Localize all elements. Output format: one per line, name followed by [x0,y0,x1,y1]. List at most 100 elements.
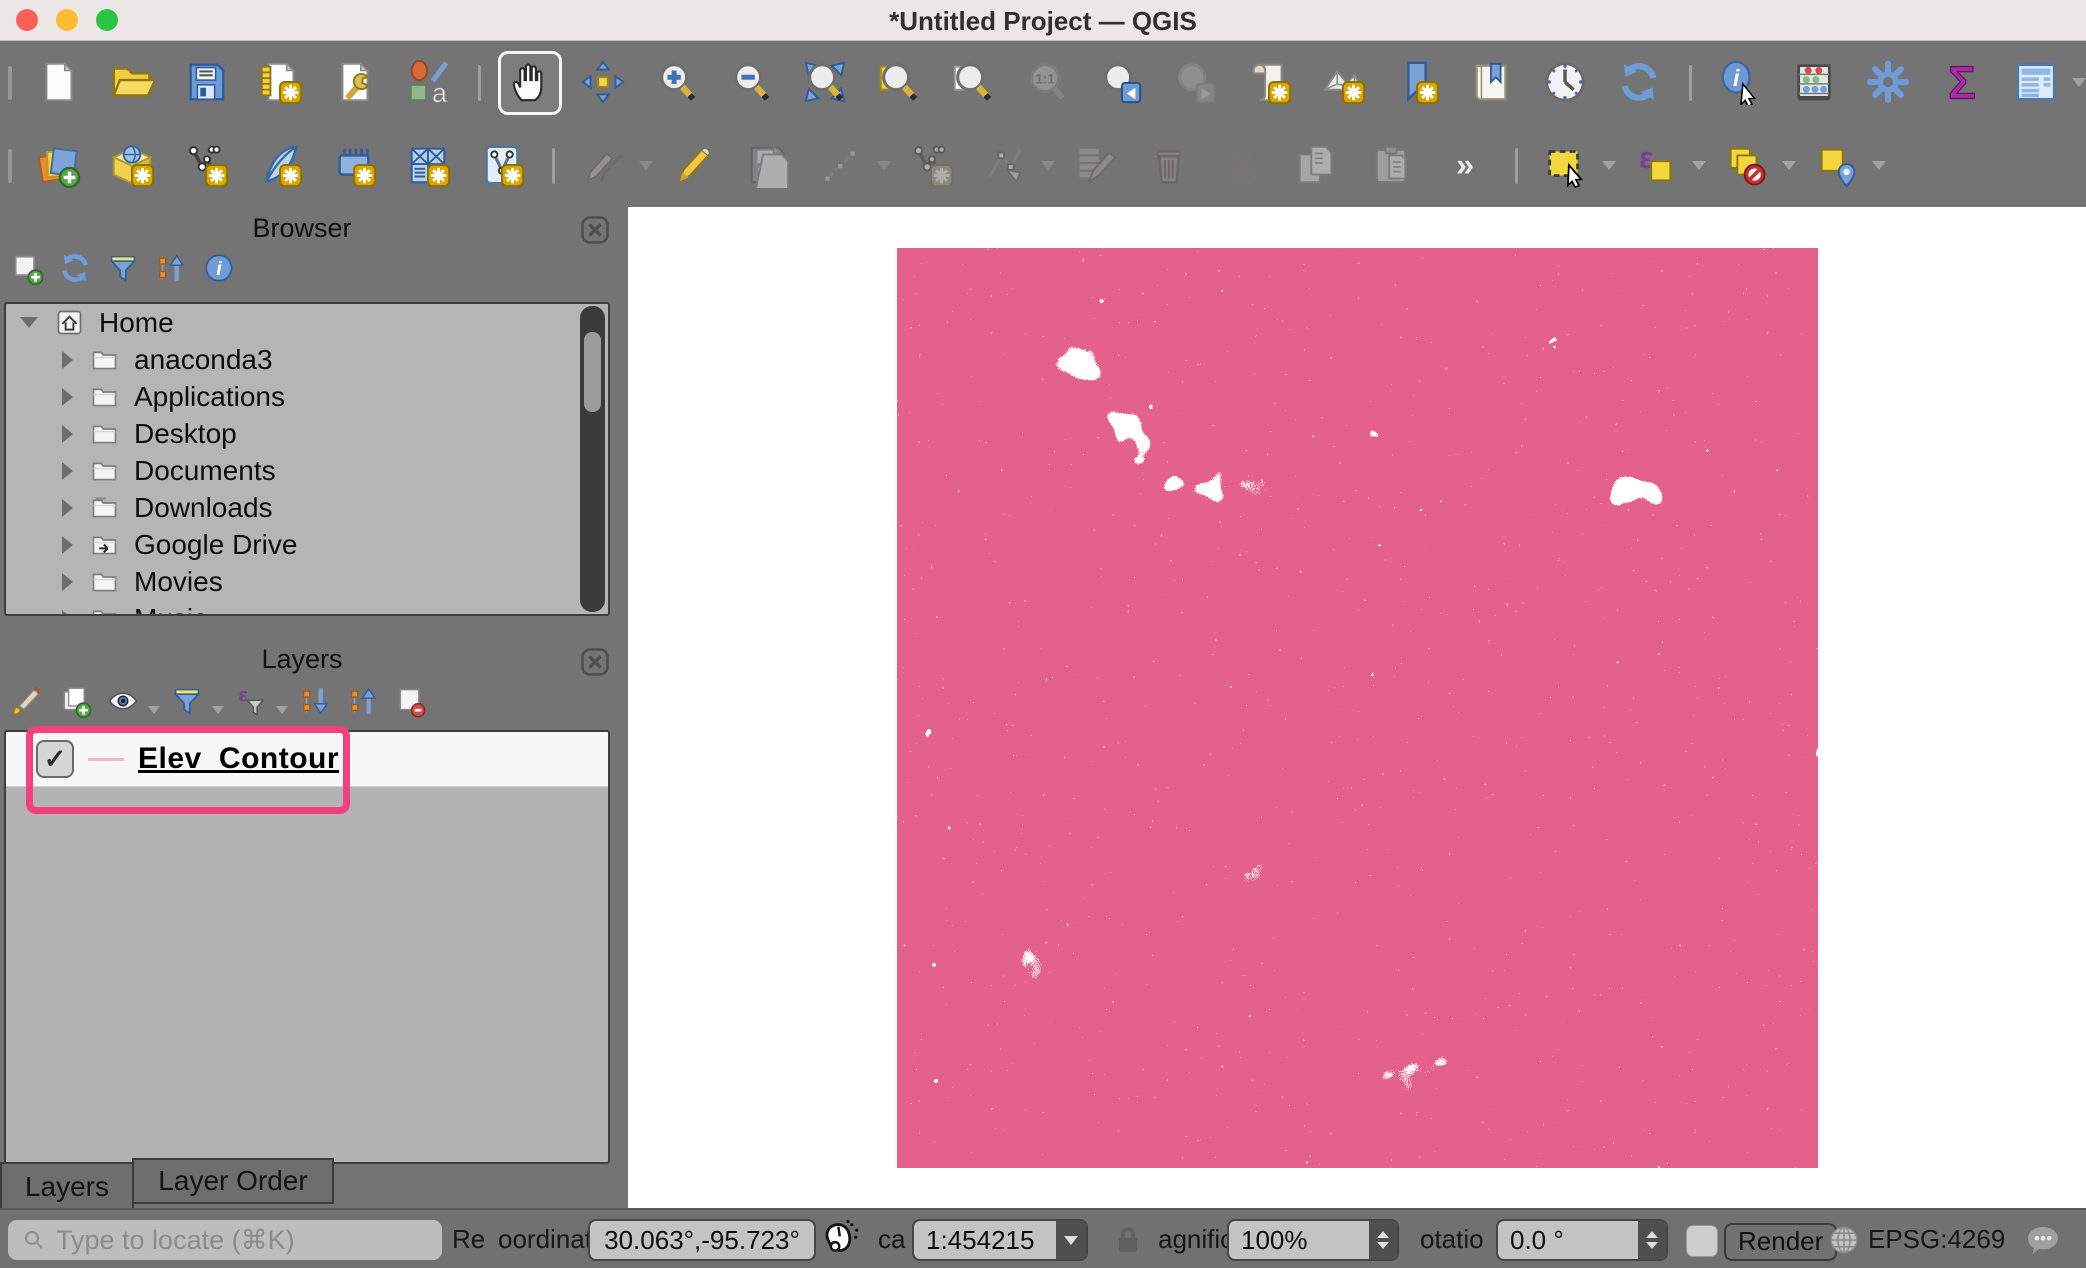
browser-tree-item-applications[interactable]: Applications [6,378,608,415]
pan-map-button[interactable] [498,51,562,115]
layer-name[interactable]: Elev_Contour [138,742,339,776]
layer-item-elev-contour[interactable]: ✓ Elev_Contour [6,732,608,787]
dropdown-arrow-icon[interactable] [212,706,224,714]
dropdown-arrow-icon[interactable] [276,706,288,714]
dropdown-arrow-icon[interactable] [1041,161,1055,170]
browser-scrollbar-thumb[interactable] [584,332,601,412]
tab-layer-order[interactable]: Layer Order [132,1158,334,1204]
chevron-right-icon[interactable] [62,573,73,591]
dropdown-arrow-icon[interactable] [2072,78,2086,87]
new-map-view-button[interactable] [1238,51,1302,115]
processing-toolbox-button[interactable] [1857,51,1921,115]
messages-icon[interactable] [2022,1220,2064,1262]
copy-features-button[interactable] [1286,134,1350,198]
current-edits-button[interactable] [572,134,636,198]
open-project-button[interactable] [101,51,165,115]
expand-all-button[interactable] [298,684,336,722]
zoom-to-selection-button[interactable] [942,51,1006,115]
browser-tree-item-anaconda3[interactable]: anaconda3 [6,341,608,378]
style-manager-button[interactable]: a [397,51,461,115]
vertex-tool-button[interactable] [974,134,1038,198]
map-themes-button[interactable] [106,684,144,722]
new-project-button[interactable] [27,51,91,115]
crs-indicator[interactable]: EPSG:4269 [1868,1210,2005,1268]
browser-tree-item-music[interactable]: Music [6,600,608,616]
tab-layers[interactable]: Layers [0,1162,134,1212]
dropdown-arrow-icon[interactable] [1602,161,1616,170]
select-by-expression-button[interactable]: ε [1625,134,1689,198]
rotation-stepper[interactable] [1638,1221,1666,1259]
select-by-location-button[interactable] [1805,134,1869,198]
dropdown-arrow-icon[interactable] [877,161,891,170]
refresh-button[interactable] [58,251,96,289]
browser-close-button[interactable] [580,215,610,245]
new-geopackage-layer-button[interactable] [249,134,313,198]
new-virtual-layer-button[interactable] [397,134,461,198]
scale-combobox[interactable]: 1:454215 [912,1219,1088,1261]
browser-tree-item-documents[interactable]: Documents [6,452,608,489]
delete-selected-button[interactable] [1138,134,1202,198]
browser-tree-item-desktop[interactable]: Desktop [6,415,608,452]
new-mesh-layer-button[interactable] [323,134,387,198]
scale-dropdown-button[interactable] [1056,1221,1086,1259]
zoom-last-button[interactable] [1090,51,1154,115]
browser-scrollbar[interactable] [580,306,605,612]
lock-scale-icon[interactable] [1110,1222,1146,1258]
paste-features-button[interactable] [1360,134,1424,198]
add-vector-layer-button[interactable] [101,134,165,198]
toolbar-drag-handle[interactable] [8,149,12,183]
zoom-next-button[interactable] [1164,51,1228,115]
toggle-editing-button[interactable] [662,134,726,198]
deselect-features-button[interactable] [1715,134,1779,198]
new-spatial-bookmark-button[interactable] [1386,51,1450,115]
attribute-table-button[interactable] [2005,51,2069,115]
new-3d-map-view-button[interactable] [1312,51,1376,115]
chevron-right-icon[interactable] [62,610,73,617]
magnifier-spinbox[interactable]: 100% [1227,1219,1399,1261]
chevron-right-icon[interactable] [62,462,73,480]
zoom-full-button[interactable] [794,51,858,115]
modify-attributes-button[interactable] [1064,134,1128,198]
cut-features-button[interactable] [1212,134,1276,198]
filter-legend-button[interactable] [170,684,208,722]
statistics-button[interactable]: Σ [1931,51,1995,115]
zoom-to-layer-button[interactable] [868,51,932,115]
show-bookmarks-button[interactable] [1460,51,1524,115]
add-record-button[interactable] [900,134,964,198]
filter-expression-button[interactable]: ε [234,684,272,722]
zoom-out-button[interactable] [720,51,784,115]
browser-tree-item-home[interactable]: Home [6,304,608,341]
overflow-button[interactable]: » [1434,134,1498,198]
render-checkbox[interactable] [1686,1225,1718,1257]
chevron-right-icon[interactable] [62,425,73,443]
coordinate-input[interactable]: 30.063°,-95.723° [588,1219,816,1261]
remove-layer-button[interactable] [394,684,432,722]
refresh-button[interactable] [1608,51,1672,115]
layer-visibility-checkbox[interactable]: ✓ [36,740,74,778]
layers-close-button[interactable] [580,647,610,677]
add-group-button[interactable] [58,684,96,722]
properties-button[interactable]: i [202,251,240,289]
chevron-right-icon[interactable] [62,536,73,554]
select-by-value-button[interactable] [1783,51,1847,115]
filter-button[interactable] [106,251,144,289]
zoom-native-button[interactable]: 1:1 [1016,51,1080,115]
magnifier-stepper[interactable] [1369,1221,1397,1259]
temporal-controller-button[interactable] [1534,51,1598,115]
layout-manager-button[interactable] [323,51,387,115]
locator-search-input[interactable]: Type to locate (⌘K) [8,1220,442,1260]
dropdown-arrow-icon[interactable] [1872,161,1886,170]
dropdown-arrow-icon[interactable] [1692,161,1706,170]
toolbar-drag-handle[interactable] [8,66,12,100]
chevron-right-icon[interactable] [62,351,73,369]
digitize-line-button[interactable] [810,134,874,198]
rotation-spinbox[interactable]: 0.0 ° [1496,1219,1668,1261]
dropdown-arrow-icon[interactable] [148,706,160,714]
identify-features-button[interactable]: i [1709,51,1773,115]
select-features-button[interactable] [1535,134,1599,198]
new-scratch-layer-button[interactable] [471,134,535,198]
chevron-right-icon[interactable] [62,499,73,517]
new-print-layout-button[interactable] [249,51,313,115]
browser-tree-item-downloads[interactable]: Downloads [6,489,608,526]
add-layer-button[interactable] [10,251,48,289]
